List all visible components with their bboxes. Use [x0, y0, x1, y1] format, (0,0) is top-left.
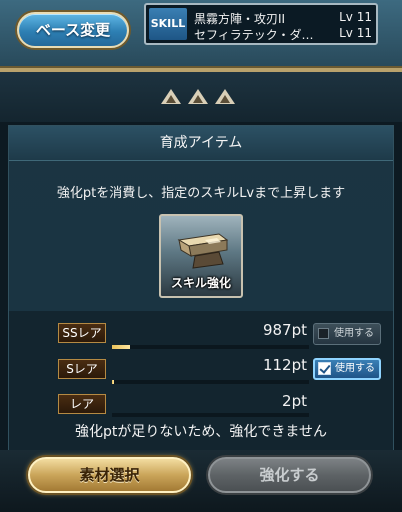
skill-enhance-item[interactable]: スキル強化	[159, 214, 243, 298]
panel-description: 強化ptを消費し、指定のスキルLvまで上昇します	[56, 186, 346, 201]
use-toggle-label: 使用する	[335, 363, 375, 374]
skill-header: ベース変更 SKILL 黒霧方陣・攻刃II Lv 11 セフィラテック・ダ… L…	[0, 0, 402, 72]
skill-list: SKILL 黒霧方陣・攻刃II Lv 11 セフィラテック・ダ… Lv 11	[144, 3, 378, 45]
skill-level: Lv 11	[339, 10, 372, 24]
triangle-ornament-icon	[215, 89, 235, 104]
rarity-bar-fill	[112, 345, 130, 349]
panel-title: 育成アイテム	[9, 126, 393, 161]
rarity-bar-r	[112, 413, 309, 417]
anvil-icon	[177, 233, 229, 269]
use-toggle-ss[interactable]: 使用する	[313, 323, 381, 345]
rarity-points-r: 2pt	[282, 392, 307, 410]
checkbox-icon	[318, 328, 329, 339]
growth-item-panel: 育成アイテム 強化ptを消費し、指定のスキルLvまで上昇します スキル強化 SS…	[8, 125, 394, 451]
skill-tag: SKILL	[149, 8, 187, 40]
checkbox-checked-icon	[318, 362, 331, 375]
rarity-points-ss: 987pt	[262, 321, 307, 339]
triangle-ornament-icon	[161, 89, 181, 104]
skill-level: Lv 11	[339, 26, 372, 40]
use-toggle-label: 使用する	[334, 328, 374, 339]
skill-name: セフィラテック・ダ…	[194, 28, 314, 42]
enhance-button[interactable]: 強化する	[208, 457, 371, 493]
select-material-button[interactable]: 素材選択	[28, 457, 191, 493]
triangle-ornament-icon	[188, 89, 208, 104]
rarity-bar-fill	[112, 380, 114, 384]
rarity-label-ss: SSレア	[58, 323, 106, 343]
use-toggle-s[interactable]: 使用する	[313, 358, 381, 380]
rarity-label-r: レア	[58, 394, 106, 414]
rarity-bar-ss	[112, 345, 309, 349]
rarity-label-s: Sレア	[58, 359, 106, 379]
rarity-bar-s	[112, 380, 309, 384]
base-change-button[interactable]: ベース変更	[17, 12, 129, 48]
item-label: スキル強化	[170, 276, 231, 290]
rarity-points-s: 112pt	[262, 356, 307, 374]
insufficient-points-warning: 強化ptが足りないため、強化できません	[75, 424, 327, 440]
skill-name: 黒霧方陣・攻刃II	[194, 12, 286, 26]
